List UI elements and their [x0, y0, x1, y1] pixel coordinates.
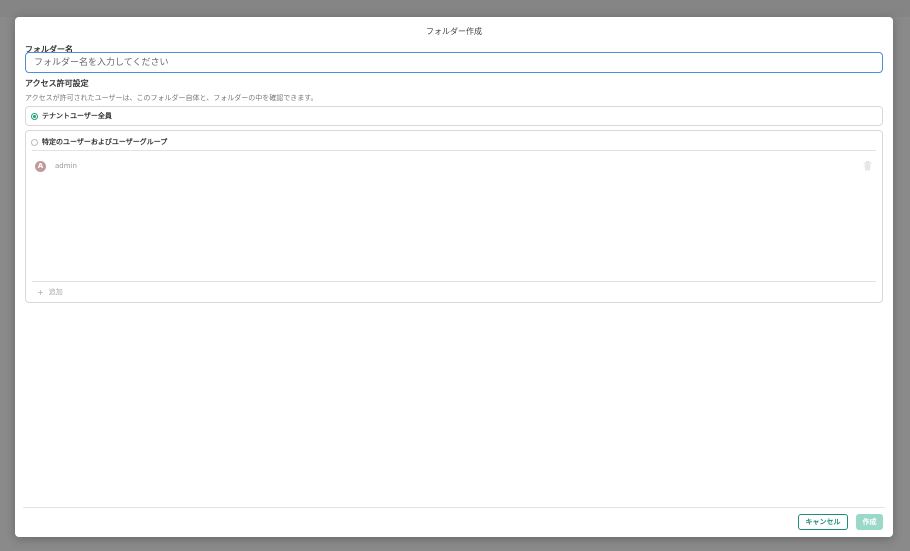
trash-icon[interactable] [863, 161, 872, 171]
dialog-title: フォルダー作成 [426, 27, 482, 36]
create-button[interactable]: 作成 [856, 514, 883, 530]
specific-users-option[interactable]: 特定のユーザーおよびユーザーグループ A admin + 追加 [25, 130, 883, 303]
add-label: 追加 [48, 288, 63, 296]
all-tenant-users-option[interactable]: テナントユーザー全員 [25, 106, 883, 126]
add-user-button[interactable]: + 追加 [37, 287, 63, 297]
footer-divider [23, 507, 885, 508]
radio-off-icon[interactable] [31, 138, 38, 146]
specific-users-label: 特定のユーザーおよびユーザーグループ [42, 138, 168, 146]
cancel-button[interactable]: キャンセル [798, 514, 848, 530]
access-description: アクセスが許可されたユーザーは、このフォルダー自体と、フォルダーの中を確認できま… [25, 94, 318, 102]
access-permission-label: アクセス許可設定 [25, 79, 89, 88]
user-list-divider-bottom [32, 281, 876, 282]
create-folder-dialog: フォルダー作成 フォルダー名 アクセス許可設定 アクセスが許可されたユーザーは、… [15, 17, 893, 537]
page-backdrop [0, 0, 910, 17]
radio-row-all-users[interactable]: テナントユーザー全員 [31, 111, 112, 121]
user-name: admin [55, 162, 77, 170]
user-list-item: A admin [35, 159, 872, 173]
radio-on-icon[interactable] [31, 112, 38, 120]
all-tenant-users-label: テナントユーザー全員 [42, 112, 112, 120]
folder-name-input[interactable] [25, 52, 883, 73]
radio-row-specific-users[interactable]: 特定のユーザーおよびユーザーグループ [31, 137, 167, 147]
avatar: A [35, 160, 46, 172]
user-list-divider-top [32, 150, 876, 151]
plus-icon: + [37, 287, 44, 297]
